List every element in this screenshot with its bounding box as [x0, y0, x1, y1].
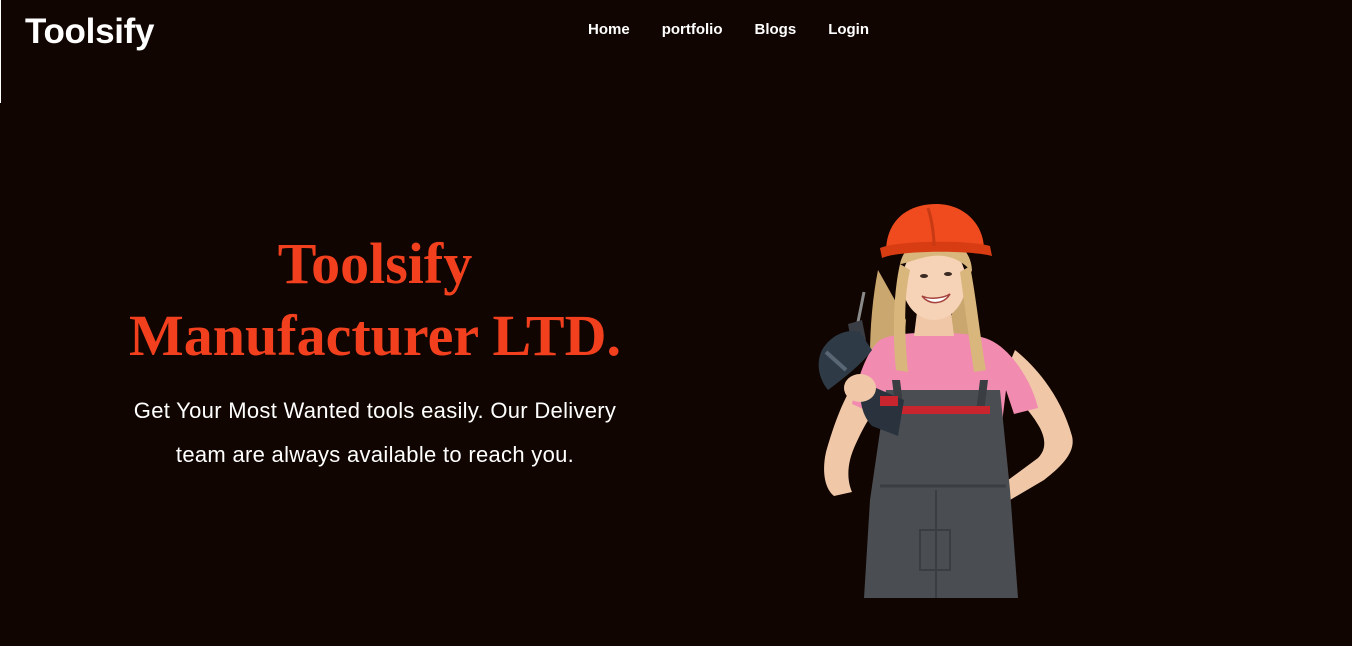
main-nav: Home portfolio Blogs Login	[588, 19, 869, 41]
nav-portfolio[interactable]: portfolio	[662, 19, 723, 41]
worker-with-drill-image	[818, 204, 1073, 598]
nav-home[interactable]: Home	[588, 19, 630, 41]
nav-login[interactable]: Login	[828, 19, 869, 41]
brand-logo[interactable]: Toolsify	[25, 9, 154, 55]
left-edge-line	[0, 0, 1, 103]
page: Toolsify Home portfolio Blogs Login Tool…	[0, 0, 1352, 646]
nav-blogs[interactable]: Blogs	[755, 19, 797, 41]
hero-title: Toolsify Manufacturer LTD.	[129, 231, 621, 368]
hero-subtitle: Get Your Most Wanted tools easily. Our D…	[133, 398, 617, 467]
hero-section: Toolsify Manufacturer LTD. Get Your Most…	[100, 228, 650, 477]
